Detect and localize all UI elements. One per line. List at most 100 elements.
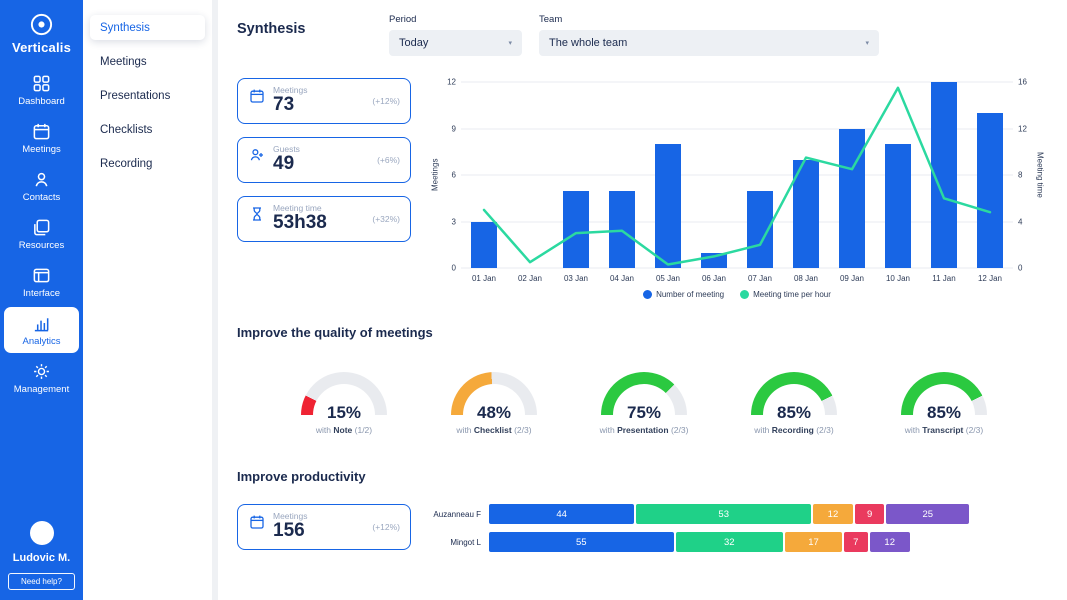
- productivity-section-title: Improve productivity: [237, 469, 1047, 484]
- x-tick-label: 10 Jan: [875, 274, 921, 283]
- gauge-caption-prefix: with: [456, 425, 471, 435]
- segment-value: 25: [922, 509, 933, 520]
- stat-value: 73: [273, 95, 372, 115]
- bar-column: [599, 82, 645, 268]
- y-tick-label: 12: [1018, 124, 1027, 133]
- gauge-caption-suffix: (2/3): [671, 425, 688, 435]
- legend-dot: [740, 290, 749, 299]
- meeting-count-bar: [471, 222, 497, 269]
- team-label: Team: [539, 14, 879, 25]
- sidebar-item-analytics[interactable]: Analytics: [4, 307, 79, 353]
- legend-item[interactable]: Meeting time per hour: [740, 290, 831, 299]
- bar-segment: 25: [886, 504, 969, 524]
- segment-value: 12: [884, 537, 895, 548]
- row-label: Auzanneau F: [427, 510, 489, 519]
- period-select[interactable]: Today ▾: [389, 30, 522, 56]
- bar-column: [921, 82, 967, 268]
- stacked-bar-track: 445312925: [489, 504, 969, 524]
- segment-value: 7: [853, 537, 858, 548]
- stacked-bar-track: 553217712: [489, 532, 969, 552]
- segment-value: 9: [867, 509, 872, 520]
- bar-segment: 9: [855, 504, 885, 524]
- user-name: Ludovic M.: [13, 552, 70, 564]
- x-tick-label: 11 Jan: [921, 274, 967, 283]
- gauge-note: 15% with Note (1/2): [283, 372, 405, 435]
- chevron-down-icon: ▾: [508, 39, 512, 47]
- stat-card-meetings: Meetings 73 (+12%): [237, 78, 411, 124]
- dashboard-grid-icon: [32, 74, 51, 93]
- quality-gauges: 15% with Note (1/2) 48% with Checklist (…: [237, 372, 1047, 435]
- gauge-tool-name: Transcript: [922, 425, 963, 435]
- stat-delta: (+12%): [372, 522, 400, 532]
- team-select[interactable]: The whole team ▾: [539, 30, 879, 56]
- stat-card-meeting-time: Meeting time 53h38 (+32%): [237, 196, 411, 242]
- page-header: Synthesis Period Today ▾ Team The whole …: [237, 14, 1047, 56]
- sidebar-item-label: Resources: [19, 240, 64, 251]
- quality-section-title: Improve the quality of meetings: [237, 325, 1047, 340]
- bar-column: [507, 82, 553, 268]
- sidebar-item-dashboard[interactable]: Dashboard: [4, 67, 79, 113]
- legend-item[interactable]: Number of meeting: [643, 290, 724, 299]
- sidebar-item-label: Analytics: [22, 336, 60, 347]
- x-tick-label: 05 Jan: [645, 274, 691, 283]
- bar-chart-icon: [32, 314, 51, 333]
- sidebar-item-label: Meetings: [22, 144, 61, 155]
- segment-value: 44: [556, 509, 567, 520]
- stacked-bar-row: Auzanneau F445312925: [427, 504, 1047, 524]
- stat-value: 53h38: [273, 213, 372, 233]
- sidebar-item-label: Management: [14, 384, 69, 395]
- legend-label: Meeting time per hour: [753, 290, 831, 299]
- y-tick-label: 16: [1018, 78, 1027, 87]
- brand-logo: Verticalis: [12, 12, 71, 55]
- gauge-tool-name: Presentation: [617, 425, 669, 435]
- y-tick-label: 4: [1018, 217, 1022, 226]
- gauge-caption: with Presentation (2/3): [583, 425, 705, 435]
- subnav-item-recording[interactable]: Recording: [90, 151, 205, 176]
- gauge-value: 85%: [883, 403, 1005, 423]
- sidebar-item-contacts[interactable]: Contacts: [4, 163, 79, 209]
- subnav-item-meetings[interactable]: Meetings: [90, 49, 205, 74]
- meeting-count-bar: [839, 129, 865, 269]
- gauge-checklist: 48% with Checklist (2/3): [433, 372, 555, 435]
- need-help-button[interactable]: Need help?: [8, 573, 75, 590]
- bar-columns: [461, 82, 1013, 268]
- sidebar-item-interface[interactable]: Interface: [4, 259, 79, 305]
- app-window: Verticalis Dashboard Meetings: [0, 0, 1067, 600]
- gauge-presentation: 75% with Presentation (2/3): [583, 372, 705, 435]
- x-tick-label: 03 Jan: [553, 274, 599, 283]
- legend-label: Number of meeting: [656, 290, 724, 299]
- meeting-count-bar: [701, 253, 727, 269]
- y-tick-label: 6: [452, 171, 456, 180]
- x-tick-label: 04 Jan: [599, 274, 645, 283]
- meeting-count-bar: [931, 82, 957, 268]
- sidebar-item-resources[interactable]: Resources: [4, 211, 79, 257]
- bar-column: [645, 82, 691, 268]
- avatar[interactable]: [30, 521, 54, 545]
- subnav-item-checklists[interactable]: Checklists: [90, 117, 205, 142]
- bar-segment: 44: [489, 504, 634, 524]
- subnav-item-presentations[interactable]: Presentations: [90, 83, 205, 108]
- subnav-item-synthesis[interactable]: Synthesis: [90, 15, 205, 40]
- meeting-count-bar: [793, 160, 819, 269]
- interface-window-icon: [32, 266, 51, 285]
- secondary-sidebar: Synthesis Meetings Presentations Checkli…: [83, 0, 218, 600]
- calendar-icon: [32, 122, 51, 141]
- right-axis-ticks: 0481216: [1013, 82, 1033, 268]
- left-axis-ticks: 036912: [441, 82, 461, 268]
- sidebar-item-meetings[interactable]: Meetings: [4, 115, 79, 161]
- y-tick-label: 12: [447, 78, 456, 87]
- chart-legend: Number of meeting Meeting time per hour: [461, 290, 1013, 299]
- stat-card-total-meetings: Meetings 156 (+12%): [237, 504, 411, 550]
- sidebar-item-label: Contacts: [23, 192, 61, 203]
- period-field: Period Today ▾: [389, 14, 522, 56]
- gauge-caption-prefix: with: [316, 425, 331, 435]
- productivity-section: Meetings 156 (+12%) Auzanneau F445312925…: [237, 504, 1047, 563]
- y-tick-label: 3: [452, 217, 456, 226]
- bar-segment: 55: [489, 532, 674, 552]
- bar-segment: 12: [870, 532, 910, 552]
- meeting-count-bar: [563, 191, 589, 269]
- sidebar-item-management[interactable]: Management: [4, 355, 79, 401]
- gauge-caption-prefix: with: [905, 425, 920, 435]
- gauge-value: 15%: [283, 403, 405, 423]
- period-value: Today: [399, 37, 428, 49]
